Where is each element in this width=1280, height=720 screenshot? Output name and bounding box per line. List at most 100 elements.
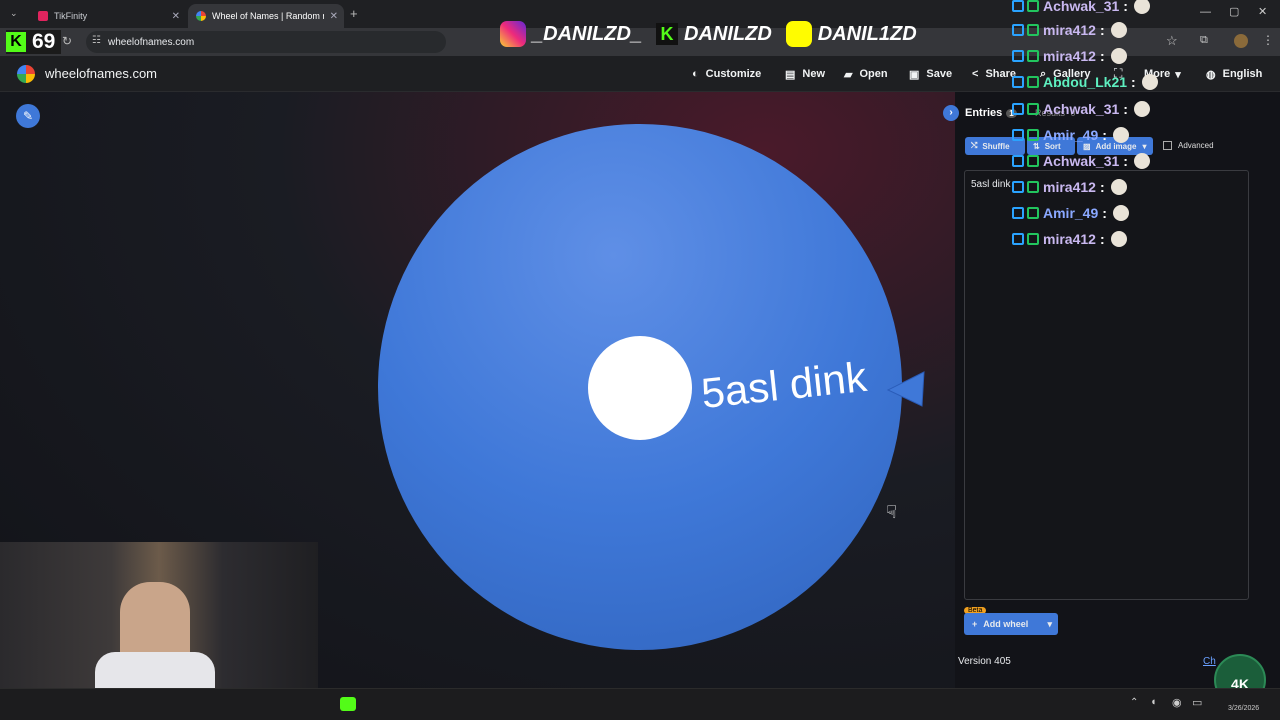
dropdown-icon[interactable]: ▾: [1047, 619, 1052, 630]
taskbar-date: 3/26/2026: [1228, 705, 1260, 712]
sub-badge-icon: [1027, 103, 1039, 115]
save-button[interactable]: ▣ Save: [909, 56, 952, 92]
shuffle-icon: ⤭: [971, 141, 978, 150]
extensions-icon[interactable]: ⧉: [1200, 34, 1208, 47]
close-tab-icon[interactable]: ✕: [330, 11, 338, 22]
mod-badge-icon: [1012, 76, 1024, 88]
chat-separator: :: [1099, 179, 1105, 195]
edit-pencil-icon[interactable]: ✎: [16, 104, 40, 128]
wheel-logo-icon[interactable]: [17, 65, 35, 83]
chat-username: mira412: [1043, 231, 1096, 247]
globe-icon: ◍: [1206, 68, 1216, 81]
chat-emote-icon: [1133, 0, 1150, 14]
profile-avatar[interactable]: [1234, 34, 1248, 48]
mod-badge-icon: [1012, 233, 1024, 245]
reload-icon[interactable]: ↻: [62, 34, 72, 48]
chat-username: Achwak_31: [1043, 101, 1120, 117]
chat-message: Achwak_31 :: [1012, 98, 1150, 120]
mouse-cursor-icon: ☟: [886, 502, 897, 522]
collapse-chevron-icon[interactable]: ›: [943, 105, 959, 121]
sub-badge-icon: [1027, 24, 1039, 36]
network-icon[interactable]: ▭: [1192, 696, 1202, 709]
close-window-icon[interactable]: ✕: [1258, 5, 1267, 18]
chat-separator: :: [1102, 205, 1107, 221]
wheel-favicon-icon: [196, 11, 206, 21]
chat-username: mira412: [1043, 48, 1096, 64]
advanced-label: Advanced: [1178, 141, 1214, 150]
sub-badge-icon: [1027, 207, 1039, 219]
url-text: wheelofnames.com: [108, 36, 195, 48]
mic-icon[interactable]: ◉: [1172, 696, 1182, 709]
customize-button[interactable]: ◐ Customize: [692, 56, 761, 92]
kick-logo-icon: K: [6, 32, 26, 52]
language-button[interactable]: ◍ English: [1206, 56, 1262, 92]
checkbox-box[interactable]: [1163, 141, 1172, 150]
version-text: Version 405: [958, 656, 1011, 667]
chat-emote-icon: [1112, 205, 1129, 221]
wheel-area: ✎ 5asl dink ☟: [0, 92, 955, 688]
open-button[interactable]: ▰ Open: [844, 56, 888, 92]
wheel-pointer-icon: [886, 371, 925, 407]
mod-badge-icon: [1012, 207, 1024, 219]
sub-badge-icon: [1027, 129, 1039, 141]
chat-separator: :: [1131, 74, 1136, 90]
new-tab-icon[interactable]: +: [350, 6, 358, 21]
chat-separator: :: [1123, 101, 1128, 117]
tab-entries[interactable]: › Entries 1: [943, 104, 1017, 122]
wheel-center-hub[interactable]: [588, 336, 692, 440]
share-button[interactable]: < Share: [972, 56, 1016, 92]
language-label: English: [1222, 68, 1263, 80]
add-wheel-button[interactable]: + Add wheel ▾: [964, 613, 1058, 635]
url-field[interactable]: ☷ wheelofnames.com: [86, 31, 446, 53]
chat-separator: :: [1123, 0, 1128, 14]
mod-badge-icon: [1012, 0, 1024, 12]
changelog-link[interactable]: Ch: [1203, 656, 1216, 667]
site-logo-text[interactable]: wheelofnames.com: [45, 66, 157, 81]
tab-wheel-of-names[interactable]: Wheel of Names | Random nam ✕: [188, 4, 344, 28]
volume-icon[interactable]: ◖: [1150, 696, 1157, 708]
site-info-icon[interactable]: ☷: [92, 35, 101, 46]
mod-badge-icon: [1012, 155, 1024, 167]
save-label: Save: [926, 68, 953, 80]
instagram-handle: _DANILZD_: [532, 22, 643, 45]
folder-icon: ▰: [844, 68, 853, 81]
new-label: New: [802, 68, 826, 80]
tab-search-icon[interactable]: ⌄: [10, 8, 18, 19]
close-tab-icon[interactable]: ✕: [172, 11, 180, 22]
palette-icon: ◐: [692, 68, 699, 80]
snapchat-handle: DANIL1ZD: [817, 22, 917, 45]
bookmark-star-icon[interactable]: ☆: [1166, 33, 1178, 49]
chat-emote-icon: [1110, 22, 1127, 38]
chat-username: Abdou_Lk21: [1043, 74, 1128, 90]
sub-badge-icon: [1027, 50, 1039, 62]
chat-message: mira412 :: [1012, 45, 1127, 67]
taskbar: ⌃ ◖ ◉ ▭ 3/26/2026: [0, 688, 1280, 720]
tray-chevron-icon[interactable]: ⌃: [1130, 697, 1138, 708]
chat-message: mira412 :: [1012, 19, 1127, 41]
browser-menu-icon[interactable]: ⋮: [1262, 33, 1274, 47]
chat-message: mira412 :: [1012, 228, 1127, 250]
mod-badge-icon: [1012, 103, 1024, 115]
chat-message: Amir_49 :: [1012, 124, 1129, 146]
shuffle-label: Shuffle: [982, 141, 1010, 151]
chat-emote-icon: [1133, 101, 1150, 117]
chat-emote-icon: [1112, 127, 1129, 143]
kick-viewer-counter: K 69: [6, 30, 62, 54]
entries-tab-label: Entries: [965, 107, 1003, 119]
new-button[interactable]: ▤ New: [785, 56, 825, 92]
tab-tikfinity[interactable]: TikFinity ✕: [30, 4, 186, 28]
minimize-icon[interactable]: —: [1200, 6, 1211, 18]
chat-username: Amir_49: [1043, 127, 1099, 143]
maximize-icon[interactable]: ▢: [1229, 5, 1239, 18]
kick-icon: K: [656, 23, 679, 45]
chat-message: Achwak_31 :: [1012, 0, 1150, 17]
app-icon[interactable]: [340, 697, 356, 711]
wheel[interactable]: 5asl dink: [375, 122, 905, 652]
sub-badge-icon: [1027, 155, 1039, 167]
webcam-shirt: [95, 652, 215, 688]
plus-icon: +: [972, 619, 978, 629]
chat-message: Amir_49 :: [1012, 202, 1129, 224]
chat-separator: :: [1123, 153, 1128, 169]
chat-message: Achwak_31 :: [1012, 150, 1150, 172]
advanced-checkbox[interactable]: Advanced: [1163, 141, 1214, 150]
